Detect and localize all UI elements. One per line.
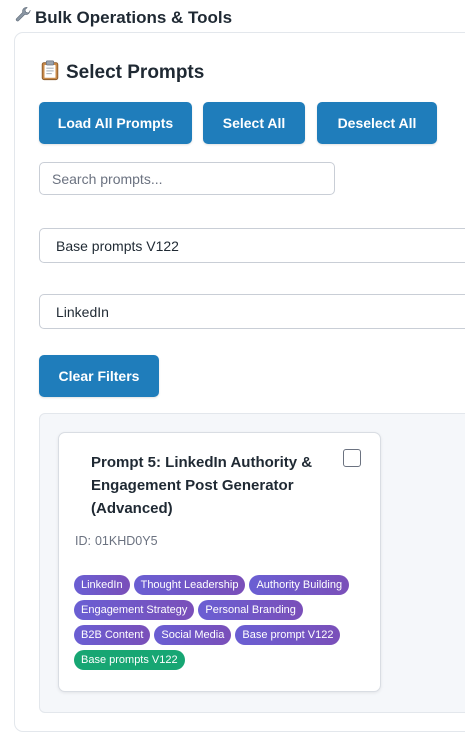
- deselect-all-button[interactable]: Deselect All: [317, 102, 437, 144]
- prompt-tags: LinkedIn Thought Leadership Authority Bu…: [74, 575, 364, 670]
- tag: Social Media: [154, 625, 232, 645]
- tag: Base prompts V122: [74, 650, 185, 670]
- tag: Base prompt V122: [235, 625, 341, 645]
- section-heading: Bulk Operations & Tools: [14, 6, 232, 29]
- prompt-select-checkbox[interactable]: [343, 449, 361, 467]
- prompt-title: Prompt 5: LinkedIn Authority & Engagemen…: [91, 454, 313, 517]
- prompt-id-label: ID:: [75, 534, 91, 548]
- section-heading-text: Bulk Operations & Tools: [35, 7, 233, 27]
- category-filter-select[interactable]: Base prompts V122: [39, 228, 465, 263]
- select-prompts-panel: Select Prompts Load All Prompts Select A…: [14, 32, 465, 732]
- wrench-icon: [14, 6, 32, 29]
- clipboard-icon: [39, 59, 61, 87]
- prompt-id: ID: 01KHD0Y5: [75, 534, 158, 548]
- prompt-id-value: 01KHD0Y5: [94, 534, 158, 548]
- category-filter-value: Base prompts V122: [56, 237, 179, 254]
- clear-filters-button[interactable]: Clear Filters: [39, 355, 159, 397]
- tag: Thought Leadership: [133, 575, 246, 595]
- tag: Personal Branding: [198, 600, 303, 620]
- select-all-button[interactable]: Select All: [203, 102, 305, 144]
- panel-title: Select Prompts: [39, 59, 204, 87]
- tag: Authority Building: [249, 575, 350, 595]
- tag: Engagement Strategy: [74, 600, 195, 620]
- prompt-grid: Prompt 5: LinkedIn Authority & Engagemen…: [39, 413, 465, 713]
- prompt-card[interactable]: Prompt 5: LinkedIn Authority & Engagemen…: [58, 432, 381, 692]
- search-input[interactable]: [39, 162, 335, 195]
- panel-title-text: Select Prompts: [66, 62, 205, 83]
- platform-filter-value: LinkedIn: [56, 303, 109, 320]
- tag: B2B Content: [74, 625, 151, 645]
- tag: LinkedIn: [74, 575, 130, 595]
- load-all-prompts-button[interactable]: Load All Prompts: [39, 102, 192, 144]
- platform-filter-select[interactable]: LinkedIn: [39, 294, 465, 329]
